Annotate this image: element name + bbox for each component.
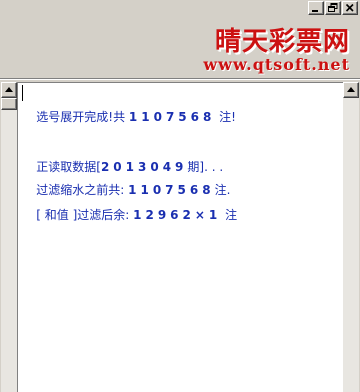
left-scroll-up-button[interactable]: [1, 82, 17, 98]
close-button[interactable]: [342, 1, 358, 15]
output-line: [ 和值 ]过滤后余: 12962×1 注: [36, 208, 238, 222]
window-titlebar: [0, 0, 360, 17]
output-line: 选号展开完成!共 1107568 注!: [36, 110, 236, 124]
restore-icon: [328, 3, 338, 12]
banner: 晴天彩票网 www.qtsoft.net: [0, 17, 360, 77]
banner-url: www.qtsoft.net: [203, 55, 350, 74]
right-scroll-up-button[interactable]: [343, 82, 359, 98]
close-icon: [345, 3, 354, 12]
output-panel[interactable]: 选号展开完成!共 1107568 注! 正读取数据[2013049期]. . .…: [17, 82, 343, 392]
banner-title: 晴天彩票网: [214, 27, 350, 57]
left-scroll-thumb[interactable]: [1, 98, 17, 110]
divider-highlight: [0, 79, 360, 80]
left-scrollbar[interactable]: [1, 82, 17, 392]
right-scrollbar[interactable]: [343, 82, 359, 392]
minimize-button[interactable]: [308, 1, 324, 15]
arrow-up-icon: [5, 87, 13, 92]
minimize-icon: [312, 10, 318, 12]
restore-button[interactable]: [325, 1, 341, 15]
window-controls: [308, 1, 358, 16]
arrow-up-icon: [347, 87, 355, 92]
